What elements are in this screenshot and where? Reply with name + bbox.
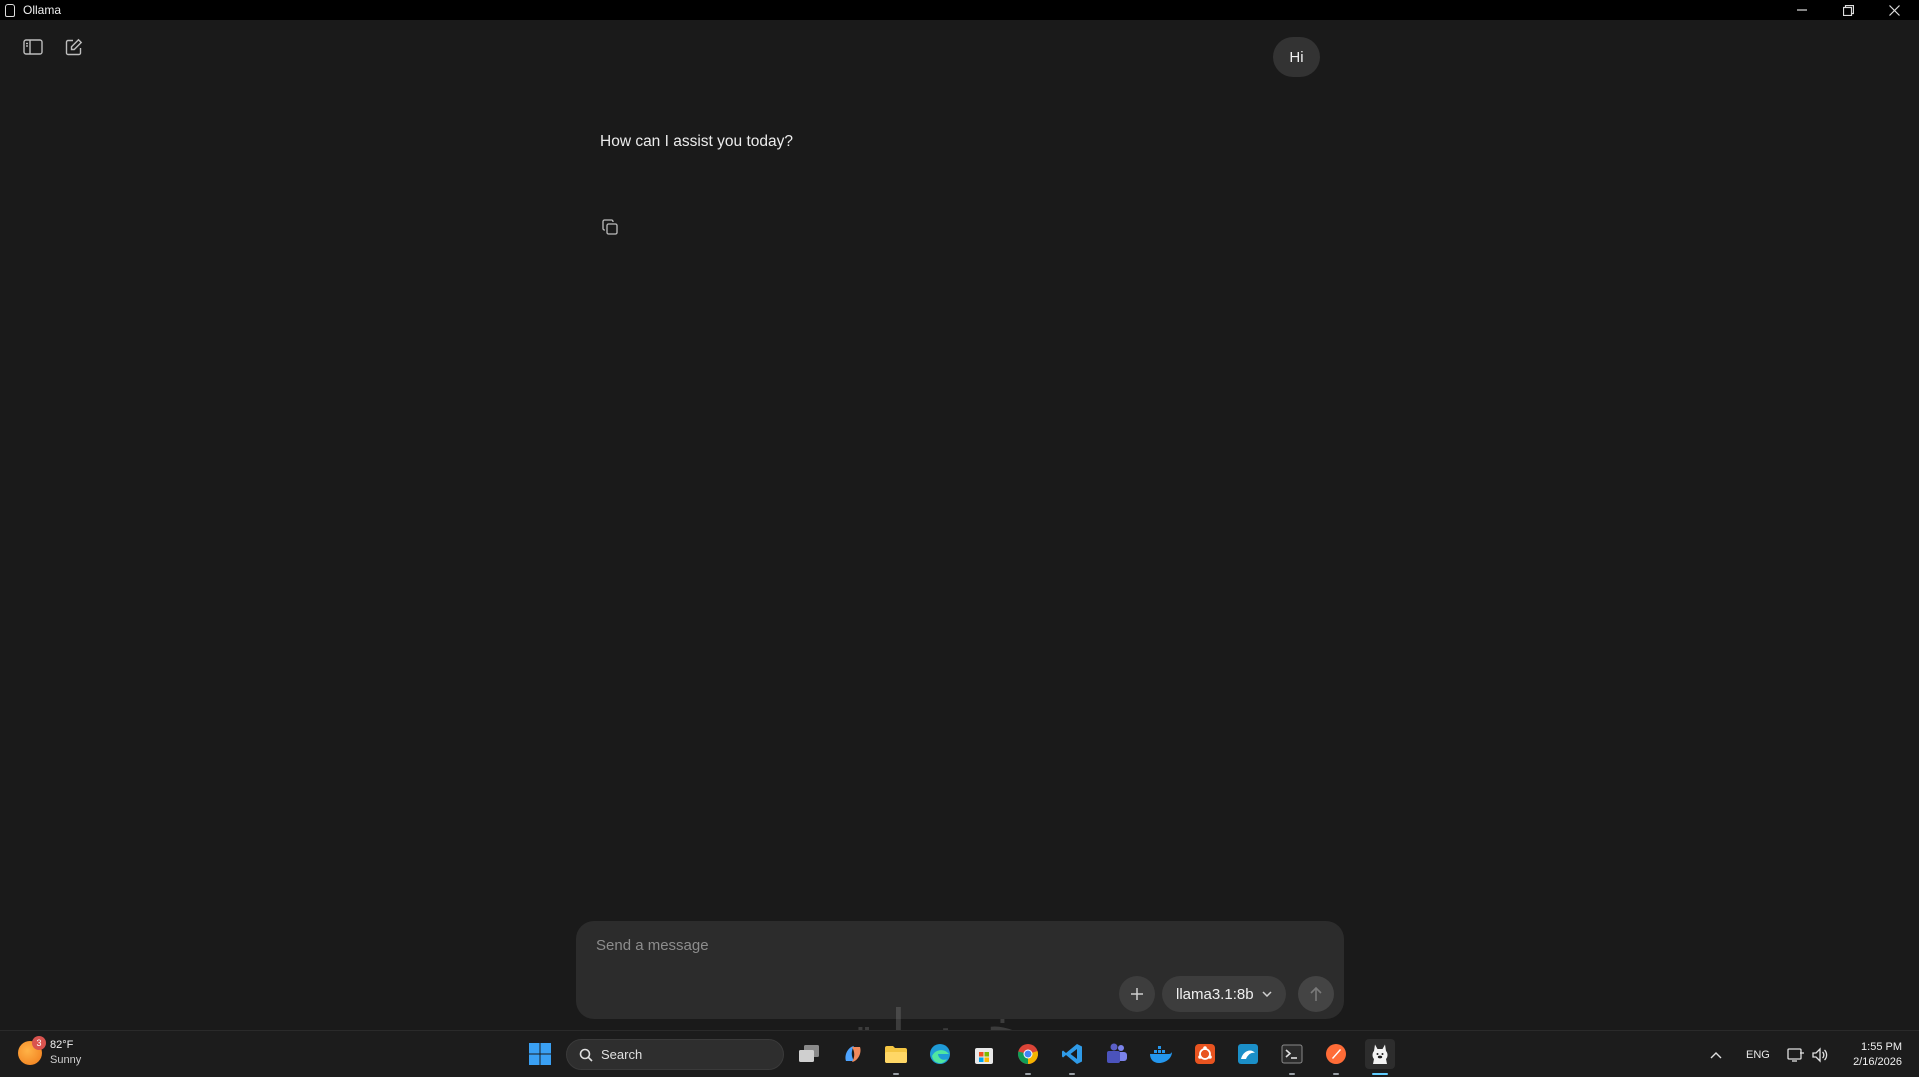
running-indicator bbox=[1025, 1073, 1031, 1075]
arrow-up-icon bbox=[1310, 986, 1322, 1001]
copilot-icon bbox=[845, 1046, 861, 1062]
language-label: ENG bbox=[1746, 1048, 1770, 1061]
search-label: Search bbox=[601, 1047, 643, 1062]
clock-date: 2/16/2026 bbox=[1853, 1056, 1902, 1068]
chrome-button[interactable] bbox=[1013, 1039, 1043, 1075]
running-indicator bbox=[1069, 1073, 1075, 1075]
language-indicator[interactable]: ENG bbox=[1746, 1031, 1770, 1077]
vscode-icon bbox=[1062, 1044, 1082, 1064]
minimize-button[interactable] bbox=[1779, 0, 1825, 20]
terminal-icon bbox=[1281, 1044, 1303, 1064]
close-button[interactable] bbox=[1871, 0, 1917, 20]
network-icon bbox=[1787, 1047, 1804, 1062]
weather-condition: Sunny bbox=[50, 1054, 82, 1066]
copy-message-button[interactable] bbox=[599, 216, 621, 238]
microsoft-store-button[interactable] bbox=[969, 1039, 999, 1069]
weather-widget[interactable]: 3 82°F Sunny bbox=[18, 1036, 82, 1068]
edge-icon bbox=[930, 1044, 950, 1064]
copilot-button[interactable] bbox=[838, 1039, 868, 1069]
model-selector[interactable]: llama3.1:8b bbox=[1162, 976, 1286, 1012]
running-indicator bbox=[1372, 1073, 1388, 1075]
close-icon bbox=[1888, 4, 1900, 16]
windows-start-icon bbox=[529, 1043, 551, 1065]
clock-time: 1:55 PM bbox=[1861, 1041, 1902, 1053]
chrome-icon bbox=[1017, 1044, 1038, 1064]
chevron-up-icon bbox=[1710, 1051, 1722, 1058]
postman-icon bbox=[1326, 1044, 1346, 1064]
teams-icon bbox=[1107, 1043, 1127, 1063]
running-indicator bbox=[1289, 1073, 1295, 1075]
ubuntu-icon bbox=[1195, 1044, 1215, 1064]
docker-icon bbox=[1150, 1046, 1172, 1063]
new-chat-button[interactable] bbox=[61, 34, 87, 60]
message-composer: llama3.1:8b bbox=[576, 921, 1344, 1019]
model-name: llama3.1:8b bbox=[1176, 985, 1254, 1003]
copy-icon bbox=[602, 219, 618, 235]
running-indicator bbox=[1333, 1073, 1339, 1075]
message-input[interactable] bbox=[596, 933, 1296, 957]
restore-icon bbox=[1842, 4, 1854, 16]
database-tool-button[interactable] bbox=[1233, 1039, 1263, 1069]
vscode-button[interactable] bbox=[1057, 1039, 1087, 1075]
search-icon bbox=[579, 1048, 593, 1062]
assistant-message: How can I assist you today? bbox=[600, 133, 793, 150]
weather-temperature: 82°F bbox=[50, 1039, 74, 1051]
volume-icon bbox=[1812, 1046, 1828, 1063]
user-message-bubble: Hi bbox=[1273, 37, 1320, 77]
system-clock[interactable]: 1:55 PM 2/16/2026 bbox=[1840, 1040, 1902, 1070]
ollama-icon bbox=[1372, 1044, 1388, 1064]
send-button[interactable] bbox=[1298, 976, 1334, 1012]
new-chat-icon bbox=[65, 38, 83, 56]
ubuntu-button[interactable] bbox=[1190, 1039, 1220, 1069]
postman-button[interactable] bbox=[1321, 1039, 1351, 1075]
minimize-icon bbox=[1797, 9, 1807, 11]
terminal-button[interactable] bbox=[1277, 1039, 1307, 1075]
window-titlebar: Ollama bbox=[0, 0, 1919, 20]
task-view-button[interactable] bbox=[794, 1039, 824, 1069]
taskbar: 3 82°F Sunny Search ENG 1:55 PM 2/16/202… bbox=[0, 1030, 1919, 1077]
store-icon bbox=[975, 1048, 993, 1064]
file-explorer-button[interactable] bbox=[881, 1039, 911, 1075]
sidebar-icon bbox=[23, 39, 43, 55]
taskbar-search[interactable]: Search bbox=[566, 1039, 784, 1070]
folder-icon bbox=[885, 1046, 907, 1063]
sun-icon: 3 bbox=[18, 1036, 46, 1065]
running-indicator bbox=[893, 1073, 899, 1075]
docker-button[interactable] bbox=[1146, 1039, 1176, 1069]
chat-window: Hi How can I assist you today? llama3.1:… bbox=[0, 20, 1919, 1030]
volume-button[interactable] bbox=[1811, 1031, 1829, 1077]
show-hidden-icons-button[interactable] bbox=[1710, 1031, 1722, 1077]
start-button[interactable] bbox=[525, 1039, 555, 1069]
edge-button[interactable] bbox=[925, 1039, 955, 1069]
add-attachment-button[interactable] bbox=[1119, 976, 1155, 1012]
ollama-app-icon bbox=[5, 3, 15, 17]
database-tool-icon bbox=[1238, 1044, 1258, 1064]
teams-button[interactable] bbox=[1101, 1039, 1131, 1069]
chevron-down-icon bbox=[1262, 991, 1272, 997]
toggle-sidebar-button[interactable] bbox=[20, 34, 46, 60]
task-view-icon bbox=[799, 1045, 819, 1062]
ollama-taskbar-button[interactable] bbox=[1365, 1039, 1395, 1075]
plus-icon bbox=[1131, 988, 1143, 1000]
restore-button[interactable] bbox=[1825, 0, 1871, 20]
notification-badge: 3 bbox=[32, 1036, 46, 1050]
window-title: Ollama bbox=[23, 3, 62, 17]
network-button[interactable] bbox=[1787, 1031, 1805, 1077]
